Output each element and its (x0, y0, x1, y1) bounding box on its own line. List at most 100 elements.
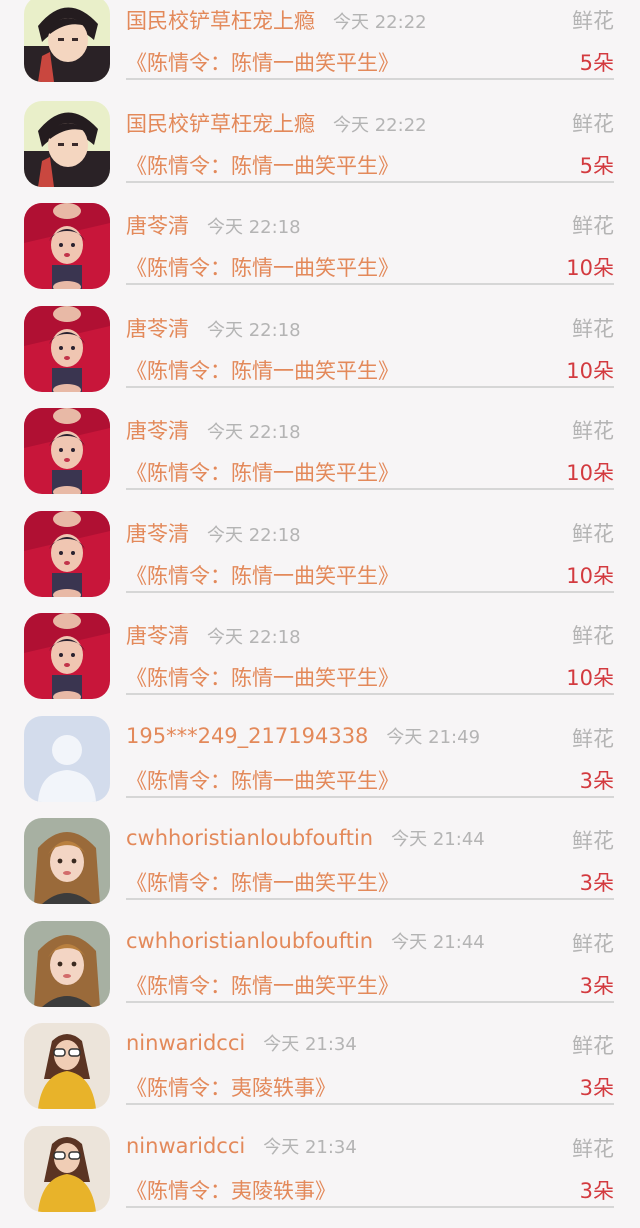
row-divider (126, 386, 614, 388)
user-name[interactable]: cwhhoristianloubfouftin 今天 21:44 (126, 928, 485, 954)
book-title-link[interactable]: 《陈情令：陈情一曲笑平生》 (126, 47, 399, 77)
user-name-text[interactable]: 唐苓清 (126, 317, 189, 341)
book-title-link[interactable]: 《陈情令：陈情一曲笑平生》 (126, 150, 399, 180)
user-name[interactable]: 唐苓清今天 22:18 (126, 518, 301, 548)
user-name[interactable]: 国民校铲草枉宠上瘾今天 22:22 (126, 5, 427, 35)
gift-time: 今天 22:18 (207, 320, 301, 341)
book-title-link[interactable]: 《陈情令：夷陵轶事》 (126, 1072, 336, 1102)
gift-count: 5朵 (580, 47, 614, 77)
user-name-text[interactable]: 唐苓清 (126, 419, 189, 443)
gift-record-row[interactable]: 195***249_217194338 今天 21:49 鲜花《陈情令：陈情一曲笑平… (0, 716, 640, 819)
gift-count: 3朵 (580, 1072, 614, 1102)
gift-record-row[interactable]: 国民校铲草枉宠上瘾今天 22:22 鲜花《陈情令：陈情一曲笑平生》 5朵 (0, 0, 640, 101)
book-title-link[interactable]: 《陈情令：陈情一曲笑平生》 (126, 970, 399, 1000)
user-name-text[interactable]: 195***249_217194338 (126, 724, 368, 748)
user-name[interactable]: ninwaridcci 今天 21:34 (126, 1133, 357, 1159)
sunglasses-girl-avatar[interactable] (24, 1023, 110, 1109)
user-name[interactable]: 唐苓清今天 22:18 (126, 415, 301, 445)
gift-record-row[interactable]: ninwaridcci今天 21:34 鲜花《陈情令：夷陵轶事》 3朵 (0, 1023, 640, 1126)
gift-count: 3朵 (580, 970, 614, 1000)
gift-type-label: 鲜花 (572, 1030, 614, 1060)
gift-record-row[interactable]: cwhhoristianloubfouftin今天 21:44 鲜花《陈情令：陈情… (0, 818, 640, 921)
gift-type-label: 鲜花 (572, 1133, 614, 1163)
gift-count: 10朵 (566, 457, 614, 487)
gift-type-label: 鲜花 (572, 825, 614, 855)
book-title-link[interactable]: 《陈情令：陈情一曲笑平生》 (126, 867, 399, 897)
user-name-text[interactable]: 唐苓清 (126, 522, 189, 546)
gift-count: 10朵 (566, 355, 614, 385)
boy-photo-avatar[interactable] (24, 408, 110, 494)
gift-time: 今天 22:18 (207, 217, 301, 238)
gift-count: 3朵 (580, 1175, 614, 1205)
user-name[interactable]: 唐苓清今天 22:18 (126, 210, 301, 240)
row-divider (126, 1103, 614, 1105)
user-name-text[interactable]: cwhhoristianloubfouftin (126, 826, 373, 850)
gift-count: 10朵 (566, 560, 614, 590)
boy-photo-avatar[interactable] (24, 511, 110, 597)
row-divider (126, 796, 614, 798)
book-title-link[interactable]: 《陈情令：陈情一曲笑平生》 (126, 355, 399, 385)
gift-record-row[interactable]: 唐苓清今天 22:18鲜花《陈情令：陈情一曲笑平生》10朵 (0, 613, 640, 716)
gift-count: 5朵 (580, 150, 614, 180)
gift-record-row[interactable]: cwhhoristianloubfouftin 今天 21:44 鲜花《陈情令：陈情… (0, 921, 640, 1024)
gift-type-label: 鲜花 (572, 5, 614, 35)
girl-photo-avatar[interactable] (24, 921, 110, 1007)
user-name[interactable]: 国民校铲草枉宠上瘾今天 22:22 (126, 108, 427, 138)
book-title-link[interactable]: 《陈情令：陈情一曲笑平生》 (126, 662, 399, 692)
row-divider (126, 488, 614, 490)
user-name[interactable]: cwhhoristianloubfouftin今天 21:44 (126, 825, 485, 851)
gift-type-label: 鲜花 (572, 108, 614, 138)
gift-count: 10朵 (566, 252, 614, 282)
book-title-link[interactable]: 《陈情令：陈情一曲笑平生》 (126, 765, 399, 795)
boy-photo-avatar[interactable] (24, 306, 110, 392)
gift-count: 3朵 (580, 765, 614, 795)
book-title-link[interactable]: 《陈情令：夷陵轶事》 (126, 1175, 336, 1205)
gift-time: 今天 21:44 (391, 932, 485, 953)
gift-type-label: 鲜花 (572, 210, 614, 240)
book-title-link[interactable]: 《陈情令：陈情一曲笑平生》 (126, 560, 399, 590)
user-name[interactable]: ninwaridcci今天 21:34 (126, 1030, 357, 1056)
gift-type-label: 鲜花 (572, 415, 614, 445)
user-name-text[interactable]: 唐苓清 (126, 214, 189, 238)
gift-time: 今天 22:18 (207, 627, 301, 648)
gift-type-label: 鲜花 (572, 928, 614, 958)
gift-type-label: 鲜花 (572, 723, 614, 753)
sunglasses-girl-avatar[interactable] (24, 1126, 110, 1212)
default-user-avatar[interactable] (24, 716, 110, 802)
gift-type-label: 鲜花 (572, 313, 614, 343)
row-divider (126, 898, 614, 900)
row-divider (126, 283, 614, 285)
user-name-text[interactable]: ninwaridcci (126, 1031, 245, 1055)
user-name-text[interactable]: ninwaridcci (126, 1134, 245, 1158)
boy-photo-avatar[interactable] (24, 203, 110, 289)
gift-time: 今天 21:34 (263, 1137, 357, 1158)
user-name[interactable]: 195***249_217194338 今天 21:49 (126, 723, 480, 749)
boy-photo-avatar[interactable] (24, 613, 110, 699)
user-name-text[interactable]: 唐苓清 (126, 624, 189, 648)
row-divider (126, 591, 614, 593)
book-title-link[interactable]: 《陈情令：陈情一曲笑平生》 (126, 252, 399, 282)
anime-boy-avatar[interactable] (24, 101, 110, 187)
row-divider (126, 78, 614, 80)
user-name-text[interactable]: cwhhoristianloubfouftin (126, 929, 373, 953)
gift-count: 10朵 (566, 662, 614, 692)
gift-time: 今天 22:22 (333, 115, 427, 136)
gift-record-row[interactable]: 唐苓清今天 22:18 鲜花《陈情令：陈情一曲笑平生》 10朵 (0, 408, 640, 511)
gift-record-row[interactable]: 唐苓清今天 22:18 鲜花《陈情令：陈情一曲笑平生》 10朵 (0, 203, 640, 306)
gift-record-row[interactable]: 唐苓清今天 22:18 鲜花《陈情令：陈情一曲笑平生》 10朵 (0, 306, 640, 409)
user-name[interactable]: 唐苓清今天 22:18 (126, 620, 301, 650)
gift-count: 3朵 (580, 867, 614, 897)
gift-time: 今天 22:22 (333, 12, 427, 33)
gift-record-row[interactable]: 国民校铲草枉宠上瘾今天 22:22 鲜花《陈情令：陈情一曲笑平生》 5朵 (0, 101, 640, 204)
book-title-link[interactable]: 《陈情令：陈情一曲笑平生》 (126, 457, 399, 487)
girl-photo-avatar[interactable] (24, 818, 110, 904)
user-name[interactable]: 唐苓清今天 22:18 (126, 313, 301, 343)
gift-record-row[interactable]: ninwaridcci 今天 21:34 鲜花《陈情令：夷陵轶事》 3朵 (0, 1126, 640, 1228)
anime-boy-avatar[interactable] (24, 0, 110, 82)
row-divider (126, 181, 614, 183)
gift-time: 今天 22:18 (207, 525, 301, 546)
gift-time: 今天 21:49 (386, 727, 480, 748)
gift-record-row[interactable]: 唐苓清今天 22:18鲜花《陈情令：陈情一曲笑平生》10朵 (0, 511, 640, 614)
user-name-text[interactable]: 国民校铲草枉宠上瘾 (126, 112, 315, 136)
user-name-text[interactable]: 国民校铲草枉宠上瘾 (126, 9, 315, 33)
